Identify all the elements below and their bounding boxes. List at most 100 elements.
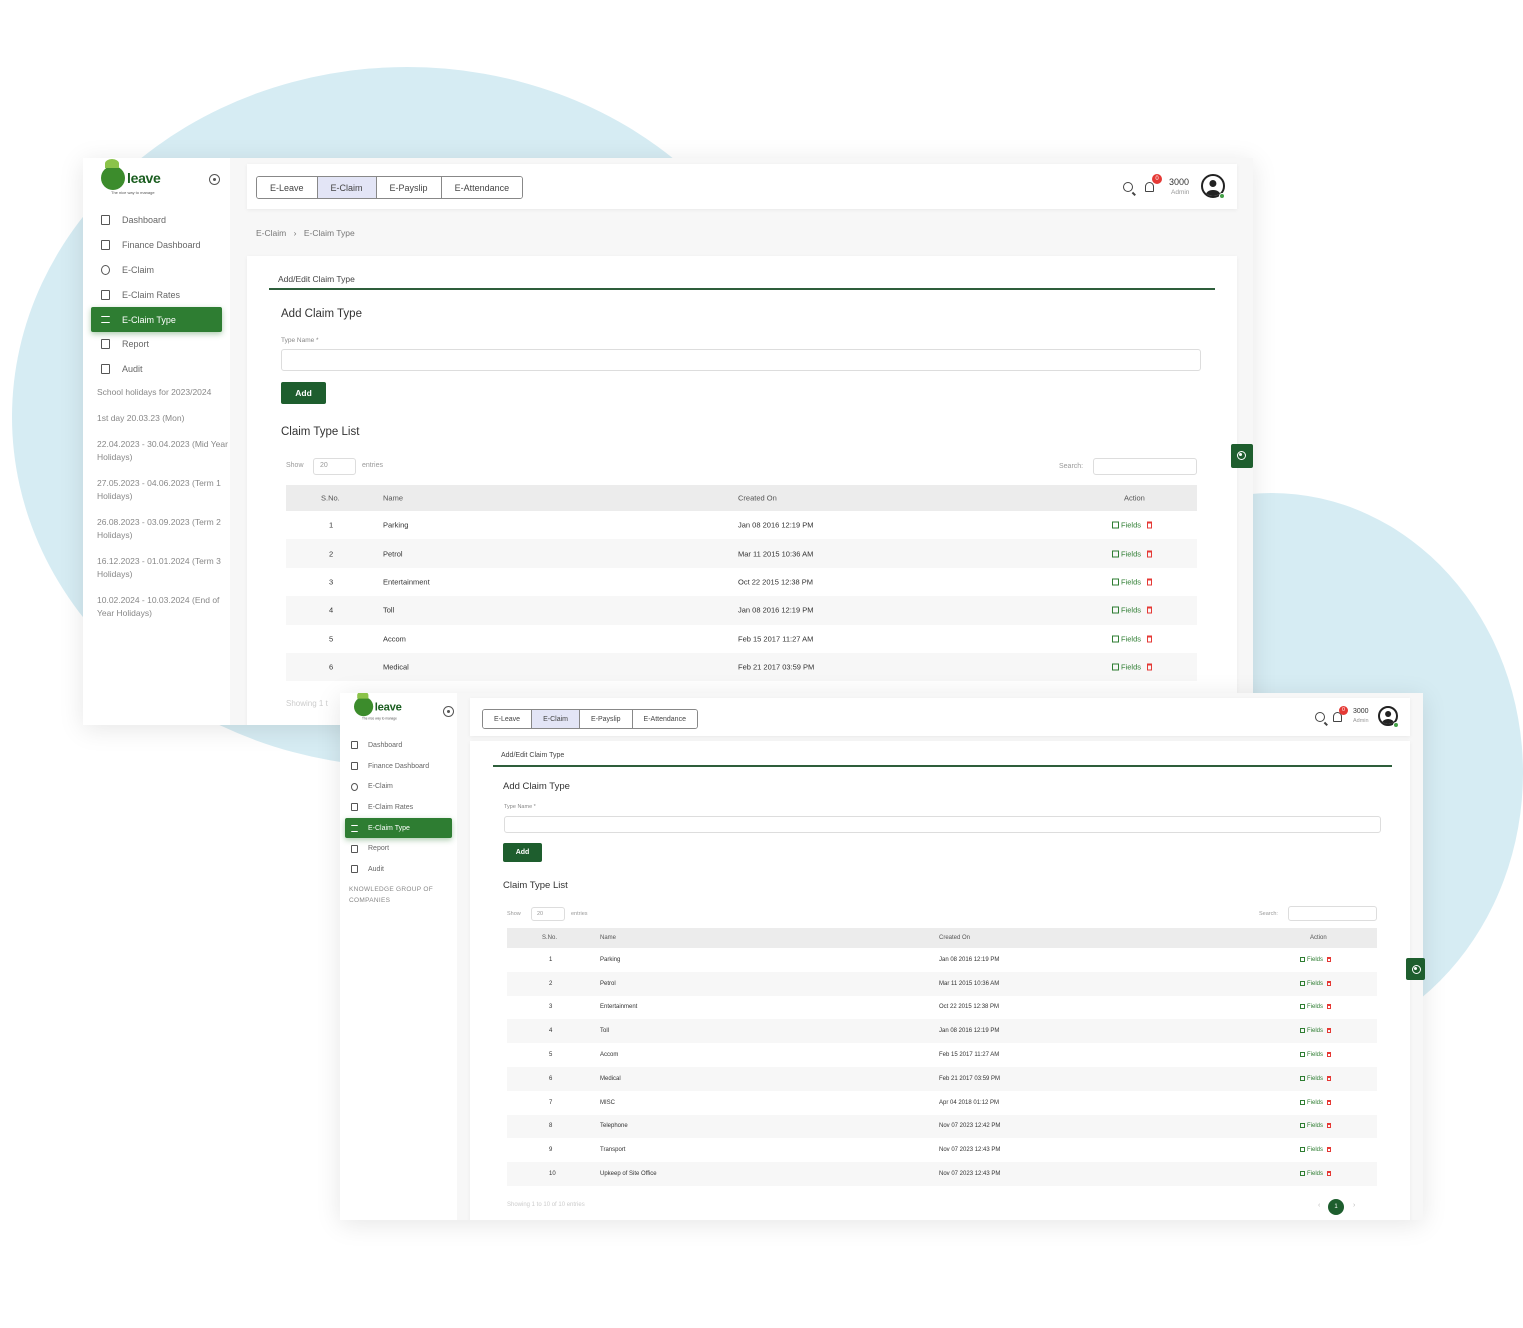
trash-icon[interactable] [1327, 1004, 1332, 1010]
cell-name: Upkeep of Site Office [600, 1171, 657, 1178]
fields-link[interactable]: Fields [1112, 521, 1141, 530]
fields-link[interactable]: Fields [1300, 1028, 1323, 1034]
trash-icon[interactable] [1147, 663, 1153, 671]
column-created-on[interactable]: Created On [738, 494, 777, 503]
breadcrumb-e-claim[interactable]: E-Claim [256, 228, 286, 238]
logo[interactable]: leave The nice way to manage [354, 693, 402, 720]
sidebar-item-audit[interactable]: Audit [91, 357, 222, 382]
sidebar-item-e-claim[interactable]: E-Claim [91, 258, 222, 283]
trash-icon[interactable] [1147, 521, 1153, 529]
type-name-input[interactable] [504, 816, 1381, 833]
trash-icon[interactable] [1327, 1052, 1332, 1058]
table-search-input[interactable] [1288, 906, 1377, 921]
column-sno[interactable]: S.No. [321, 494, 340, 503]
sidebar-item-finance-dashboard[interactable]: Finance Dashboard [91, 233, 222, 258]
logo[interactable]: leave The nice way to manage [101, 159, 161, 195]
tab-add-edit-claim-type[interactable]: Add/Edit Claim Type [501, 752, 564, 759]
trash-icon[interactable] [1327, 980, 1332, 986]
fields-link[interactable]: Fields [1112, 663, 1141, 672]
sidebar-item-dashboard[interactable]: Dashboard [345, 735, 452, 756]
sidebar-item-e-claim-rates[interactable]: E-Claim Rates [91, 282, 222, 307]
add-claim-type-title: Add Claim Type [281, 308, 362, 320]
add-button[interactable]: Add [503, 843, 542, 862]
sidebar-item-label: E-Claim Rates [122, 289, 181, 300]
column-created-on[interactable]: Created On [939, 935, 970, 941]
gear-icon [1236, 450, 1246, 460]
clipboard-icon [101, 240, 110, 251]
trash-icon[interactable] [1327, 1099, 1332, 1105]
fields-link[interactable]: Fields [1300, 1004, 1323, 1010]
cell-action: Fields [1300, 1147, 1332, 1153]
fields-link[interactable]: Fields [1300, 1052, 1323, 1058]
tab-e-payslip[interactable]: E-Payslip [579, 710, 633, 728]
search-icon[interactable] [1123, 182, 1133, 192]
bell-icon[interactable] [1145, 182, 1154, 192]
tab-e-leave[interactable]: E-Leave [257, 177, 318, 198]
floating-settings-button[interactable] [1406, 958, 1425, 980]
fields-link[interactable]: Fields [1300, 1147, 1323, 1153]
cell-sno: 2 [329, 549, 334, 559]
sidebar-item-finance-dashboard[interactable]: Finance Dashboard [345, 756, 452, 777]
trash-icon[interactable] [1327, 1075, 1332, 1081]
table-search-input[interactable] [1093, 458, 1197, 475]
fields-link[interactable]: Fields [1112, 549, 1141, 558]
trash-icon[interactable] [1147, 550, 1153, 558]
fields-link[interactable]: Fields [1112, 577, 1141, 586]
fields-link[interactable]: Fields [1300, 1099, 1323, 1106]
fields-link[interactable]: Fields [1300, 1171, 1323, 1177]
column-name[interactable]: Name [600, 935, 616, 941]
trash-icon[interactable] [1327, 1147, 1332, 1153]
tab-e-payslip[interactable]: E-Payslip [376, 177, 442, 198]
trash-icon[interactable] [1147, 606, 1153, 614]
sidebar-item-e-claim-type[interactable]: E-Claim Type [345, 817, 452, 839]
settings-icon[interactable] [209, 174, 220, 185]
pagination-previous[interactable]: ‹ [1318, 1202, 1320, 1209]
edit-icon [1300, 1075, 1305, 1081]
claim-type-list-title: Claim Type List [503, 880, 568, 891]
tab-e-claim[interactable]: E-Claim [317, 177, 377, 198]
fields-link[interactable]: Fields [1300, 1075, 1323, 1082]
sidebar-item-audit[interactable]: Audit [345, 859, 452, 880]
trash-icon[interactable] [1147, 578, 1153, 586]
fields-link[interactable]: Fields [1112, 634, 1141, 643]
sidebar-item-label: E-Claim [122, 264, 155, 275]
type-name-input[interactable] [281, 349, 1201, 371]
sidebar-item-report[interactable]: Report [345, 838, 452, 859]
page-length-select[interactable]: 20 [313, 458, 356, 475]
add-button[interactable]: Add [281, 382, 326, 404]
fields-link[interactable]: Fields [1300, 1123, 1323, 1129]
holiday-notes: School holidays for 2023/2024 1st day 20… [97, 386, 231, 633]
sidebar-item-e-claim[interactable]: E-Claim [345, 776, 452, 797]
tab-add-edit-claim-type[interactable]: Add/Edit Claim Type [278, 274, 355, 284]
sidebar-item-dashboard[interactable]: Dashboard [91, 208, 222, 233]
search-icon[interactable] [1315, 712, 1325, 722]
column-name[interactable]: Name [383, 494, 403, 503]
trash-icon[interactable] [1327, 1028, 1332, 1034]
tab-e-attendance[interactable]: E-Attendance [441, 177, 523, 198]
tab-e-claim[interactable]: E-Claim [532, 710, 580, 728]
fields-link[interactable]: Fields [1112, 606, 1141, 615]
command-icon [351, 741, 358, 750]
trash-icon[interactable] [1327, 1171, 1332, 1177]
tab-e-attendance[interactable]: E-Attendance [632, 710, 697, 728]
settings-icon[interactable] [443, 706, 454, 717]
sidebar-item-e-claim-type[interactable]: E-Claim Type [91, 307, 222, 332]
page-length-select[interactable]: 20 [531, 907, 565, 921]
pagination-page-1[interactable]: 1 [1328, 1199, 1344, 1215]
fields-link[interactable]: Fields [1300, 980, 1323, 987]
sidebar-item-e-claim-rates[interactable]: E-Claim Rates [345, 797, 452, 818]
tab-e-leave[interactable]: E-Leave [483, 710, 533, 728]
cell-name: Toll [600, 1028, 610, 1035]
edit-icon [1300, 1171, 1305, 1177]
trash-icon[interactable] [1147, 635, 1153, 643]
company-name: KNOWLEDGE GROUP OF COMPANIES [349, 886, 434, 904]
fields-link[interactable]: Fields [1300, 956, 1323, 963]
cell-created-on: Jan 08 2016 12:19 PM [939, 956, 1000, 963]
floating-settings-button[interactable] [1231, 444, 1253, 468]
column-sno[interactable]: S.No. [542, 935, 557, 941]
sidebar-item-report[interactable]: Report [91, 332, 222, 357]
pagination-next[interactable]: › [1353, 1202, 1355, 1209]
user-role: Admin [1171, 189, 1190, 196]
trash-icon[interactable] [1327, 956, 1332, 962]
trash-icon[interactable] [1327, 1123, 1332, 1129]
